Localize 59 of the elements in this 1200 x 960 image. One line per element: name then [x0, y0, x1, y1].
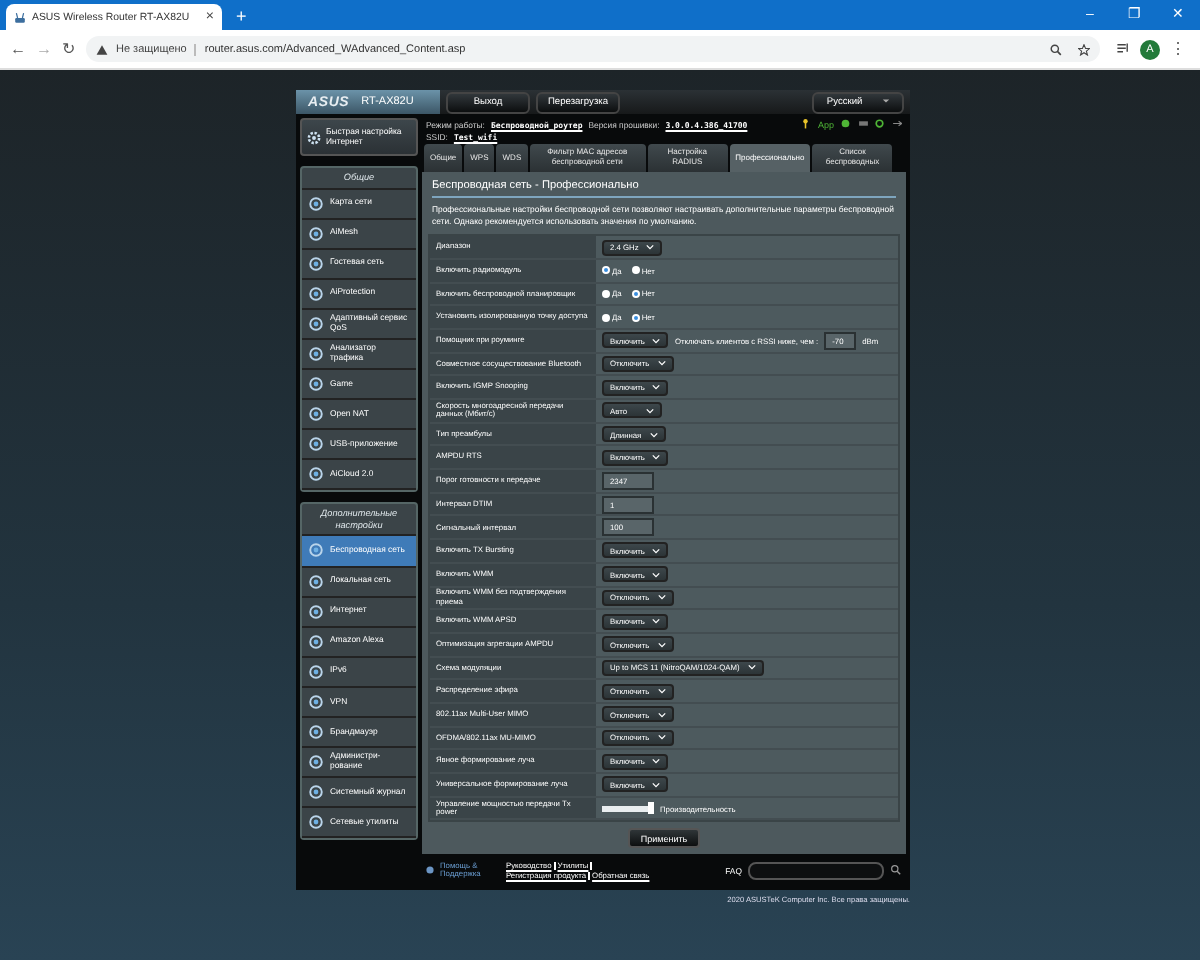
chevron-down-icon: [652, 337, 661, 344]
chevron-down-icon: [657, 641, 666, 648]
circle-icon: [308, 542, 324, 559]
circle-icon: [308, 255, 324, 272]
star-icon[interactable]: [1078, 43, 1090, 55]
chevron-down-icon: [657, 734, 666, 741]
chevron-down-icon: [747, 664, 756, 671]
zoom-icon[interactable]: [1050, 43, 1062, 55]
radio-button[interactable]: [631, 266, 640, 275]
chevron-down-icon: [652, 547, 661, 554]
help-icon: [426, 866, 434, 875]
chevron-down-icon: [652, 571, 661, 578]
radio-button[interactable]: [631, 289, 640, 298]
chevron-down-icon: [652, 454, 661, 461]
chevron-down-icon: [652, 384, 661, 391]
chevron-down-icon: [652, 618, 661, 625]
nav-button[interactable]: ←: [10, 40, 26, 58]
circle-icon: [308, 466, 324, 483]
circle-icon: [308, 225, 324, 242]
slider-handle[interactable]: [648, 802, 654, 815]
circle-icon: [308, 195, 324, 212]
radio-button[interactable]: [602, 266, 610, 275]
caret-icon: [881, 98, 890, 104]
chevron-down-icon: [657, 711, 666, 718]
chevron-down-icon: [652, 781, 661, 788]
media-icon[interactable]: [1116, 42, 1130, 56]
circle-icon: [308, 573, 324, 590]
chevron-down-icon: [646, 244, 655, 251]
circle-icon: [308, 693, 324, 710]
chevron-down-icon: [657, 594, 666, 601]
chevron-down-icon: [652, 758, 661, 765]
chevron-down-icon: [649, 431, 658, 438]
chevron-down-icon: [646, 407, 654, 414]
chevron-down-icon: [657, 360, 666, 367]
circle-icon: [308, 315, 324, 332]
circle-icon: [308, 663, 324, 680]
circle-icon: [308, 754, 324, 771]
radio-button[interactable]: [602, 313, 610, 322]
circle-icon: [308, 406, 324, 423]
circle-icon: [308, 724, 324, 741]
circle-icon: [308, 436, 324, 453]
circle-icon: [308, 814, 324, 831]
menu-button[interactable]: ⋮: [1170, 40, 1190, 58]
new-tab-button[interactable]: +: [236, 4, 247, 28]
circle-icon: [308, 346, 324, 363]
search-icon[interactable]: [890, 864, 902, 877]
nav-button[interactable]: ↻: [62, 40, 76, 58]
chevron-down-icon: [657, 688, 666, 695]
radio-button[interactable]: [602, 289, 610, 298]
key-icon: [800, 118, 812, 130]
radio-button[interactable]: [631, 313, 640, 322]
search-field[interactable]: [748, 861, 884, 880]
circle-icon: [308, 784, 324, 801]
circle-icon: [308, 376, 324, 393]
router-icon: [14, 11, 26, 23]
circle-icon: [308, 633, 324, 650]
warning-icon: [96, 43, 108, 55]
circle-icon: [308, 603, 324, 620]
circle-icon: [308, 285, 324, 302]
